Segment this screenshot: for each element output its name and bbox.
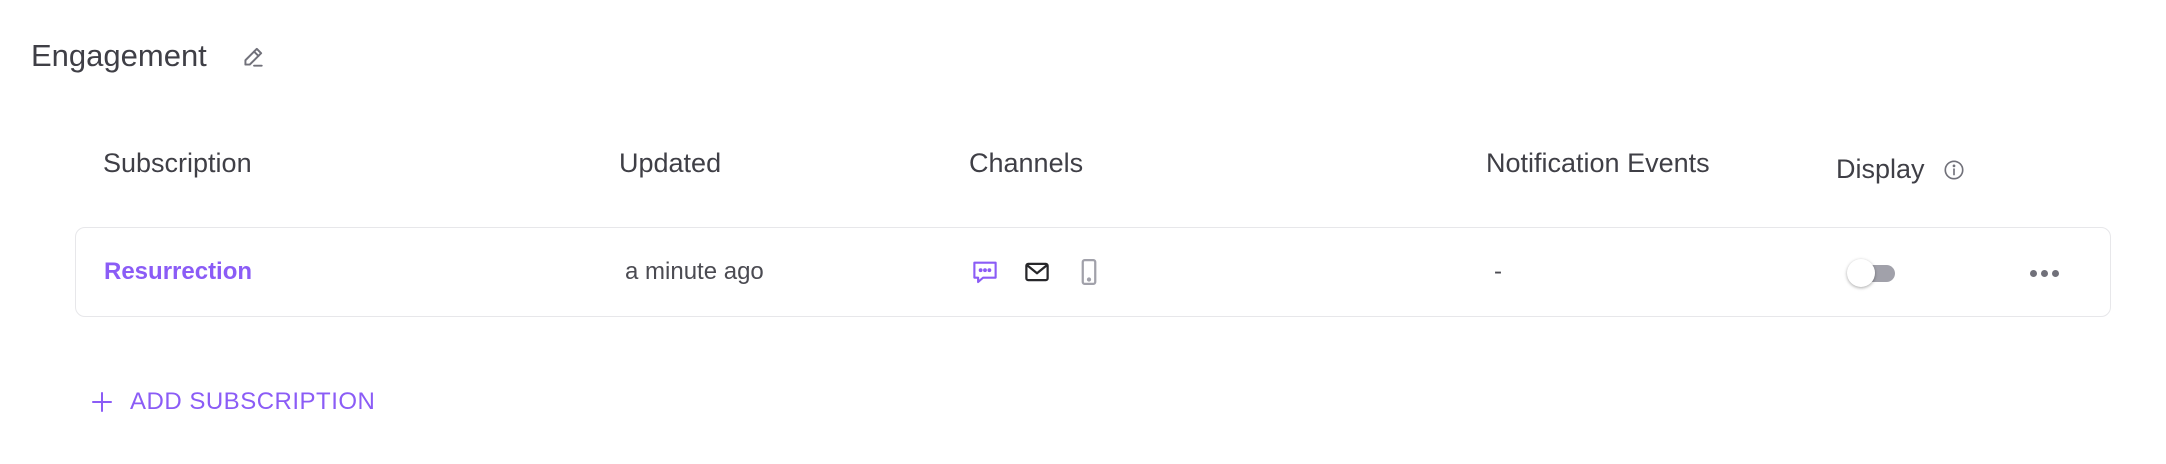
subscription-name-link[interactable]: Resurrection (104, 228, 252, 316)
edit-pencil-icon[interactable] (240, 44, 266, 70)
header-subscription: Subscription (103, 148, 252, 178)
header-display: Display (1836, 154, 1965, 185)
updated-time: a minute ago (625, 258, 764, 285)
table-row: Resurrection a minute ago - (75, 227, 2111, 317)
mobile-icon[interactable] (1074, 257, 1104, 287)
mail-icon[interactable] (1022, 257, 1052, 287)
notification-events-value: - (1494, 258, 1502, 285)
header-channels: Channels (969, 148, 1084, 178)
add-subscription-button[interactable]: ADD SUBSCRIPTION (90, 388, 375, 416)
display-toggle[interactable] (1847, 259, 1897, 287)
header-display-label: Display (1836, 154, 1925, 184)
info-icon[interactable] (1943, 159, 1965, 181)
section-title: Engagement (31, 38, 207, 73)
channel-icons (970, 228, 1104, 316)
header-updated: Updated (619, 148, 722, 178)
add-subscription-label: ADD SUBSCRIPTION (130, 388, 376, 415)
plus-icon (92, 392, 112, 412)
chat-icon[interactable] (970, 257, 1000, 287)
engagement-section: Engagement Subscription Updated Channels… (0, 0, 2166, 464)
header-notification-events: Notification Events (1486, 148, 1710, 178)
more-options-icon[interactable] (2027, 258, 2061, 288)
toggle-thumb (1847, 259, 1875, 287)
